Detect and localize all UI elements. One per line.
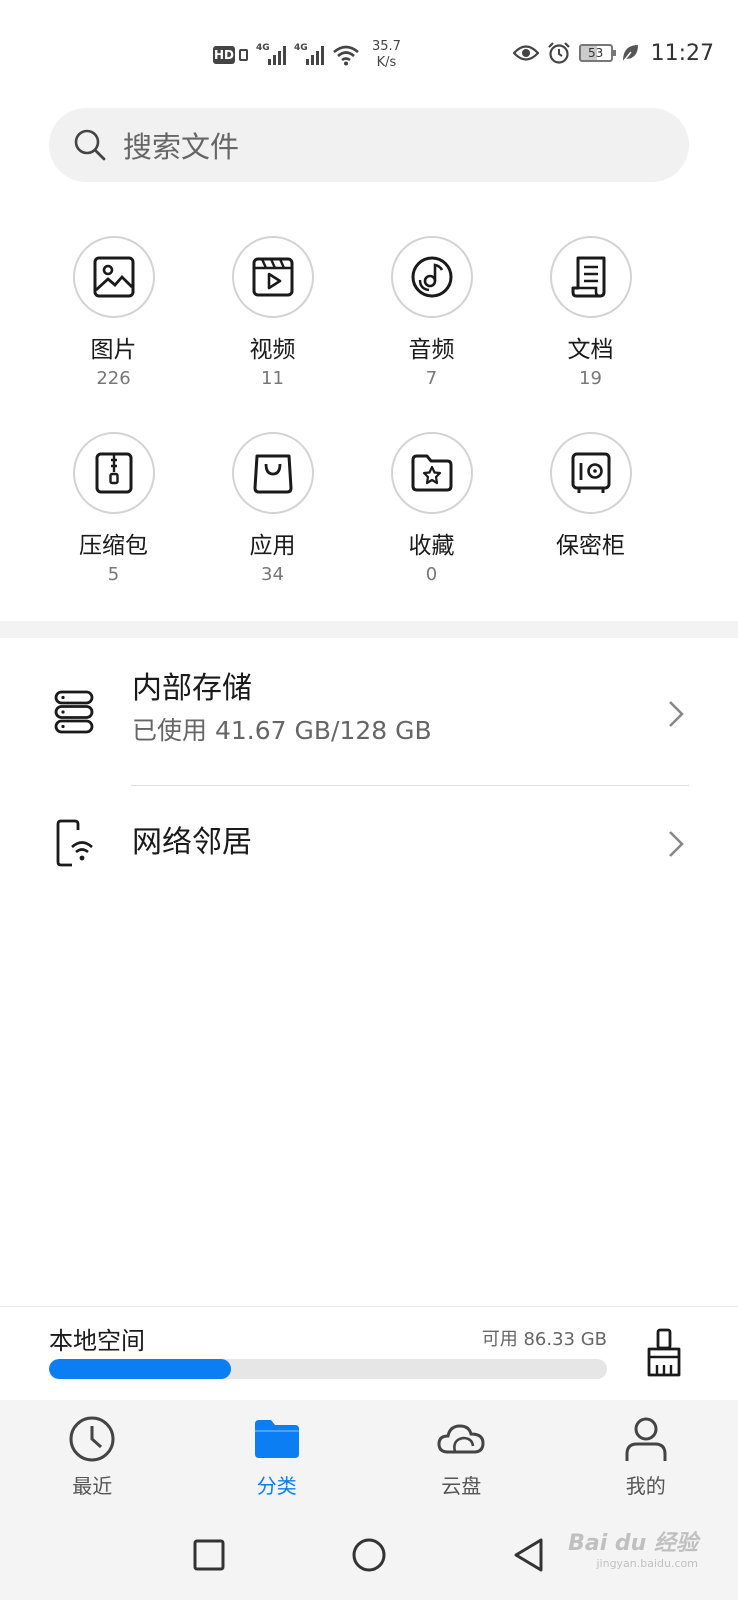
bottom-nav: 最近 分类 云盘 我的 [0, 1400, 738, 1510]
category-audio[interactable]: 音频 7 [352, 236, 511, 390]
favorites-folder-icon [411, 454, 452, 492]
category-count: 7 [425, 368, 438, 389]
status-bar: HD 4G 4G 35.7 K/s 53 11:27 [0, 0, 738, 100]
category-label: 压缩包 [79, 533, 148, 559]
search-icon [74, 129, 106, 161]
battery-icon: 53 [578, 44, 616, 62]
clock-icon [69, 1416, 115, 1462]
category-label: 保密柜 [556, 533, 625, 559]
speed-value: 35.7 [372, 39, 401, 54]
leaf-icon [622, 45, 638, 63]
speed-unit: K/s [376, 55, 397, 70]
local-space-title: 本地空间 [49, 1327, 145, 1355]
storage-icon [54, 690, 94, 734]
category-label: 文档 [567, 337, 614, 363]
person-icon [625, 1417, 667, 1461]
category-count: 19 [579, 368, 602, 389]
watermark-site: jingyan.baidu.com [596, 1557, 698, 1570]
category-archives[interactable]: 压缩包 5 [34, 432, 193, 586]
tab-categories[interactable]: 分类 [185, 1400, 370, 1510]
network-type-label-2: 4G [294, 43, 308, 53]
local-space-panel: 本地空间 可用 86.33 GB [0, 1306, 738, 1400]
category-label: 应用 [249, 533, 296, 559]
document-icon [571, 256, 605, 298]
cloud-icon [437, 1424, 485, 1454]
section-divider [0, 621, 738, 638]
tab-cloud[interactable]: 云盘 [369, 1400, 554, 1510]
app-bag-icon [253, 454, 292, 494]
watermark-brand: Bai du 经验 [568, 1531, 698, 1556]
category-count: 0 [425, 564, 438, 585]
alarm-icon [547, 42, 570, 64]
status-right: 53 11:27 [512, 36, 714, 70]
folder-icon [254, 1420, 299, 1458]
tab-label: 我的 [625, 1474, 666, 1498]
tab-recent[interactable]: 最近 [0, 1400, 185, 1510]
tab-mine[interactable]: 我的 [554, 1400, 738, 1510]
phone-wifi-icon [56, 819, 93, 867]
category-label: 音频 [408, 337, 455, 363]
category-count: 11 [261, 368, 284, 389]
status-left: HD 4G 4G 35.7 K/s [213, 38, 401, 72]
internal-storage-usage: 已使用 41.67 GB/128 GB [132, 716, 432, 745]
clock-time: 11:27 [650, 40, 714, 66]
category-videos[interactable]: 视频 11 [193, 236, 352, 390]
video-icon [252, 257, 293, 297]
category-label: 收藏 [408, 533, 455, 559]
chevron-right-icon [669, 701, 684, 727]
hd-voice-icon: HD [213, 46, 235, 64]
safe-icon [571, 452, 610, 493]
internal-storage-row[interactable]: 内部存储 已使用 41.67 GB/128 GB [0, 664, 738, 772]
network-type-label: 4G [256, 43, 270, 53]
category-apps[interactable]: 应用 34 [193, 432, 352, 586]
network-neighborhood-title: 网络邻居 [132, 825, 252, 860]
category-favorites[interactable]: 收藏 0 [352, 432, 511, 586]
baidu-watermark: Bai du 经验 jingyan.baidu.com [568, 1525, 698, 1570]
tab-label: 最近 [72, 1474, 113, 1498]
eye-icon [512, 45, 539, 61]
signal-icon: 4G [256, 43, 286, 65]
category-documents[interactable]: 文档 19 [511, 236, 670, 390]
category-count: 34 [261, 564, 284, 585]
storage-progress-bar [49, 1359, 607, 1379]
internal-storage-title: 内部存储 [132, 671, 252, 706]
tab-label: 云盘 [441, 1474, 482, 1498]
tab-label: 分类 [256, 1474, 297, 1498]
search-bar[interactable]: 搜索文件 [49, 108, 689, 182]
category-images[interactable]: 图片 226 [34, 236, 193, 390]
home-circle-icon[interactable] [351, 1537, 387, 1573]
list-divider [131, 785, 689, 786]
audio-icon [411, 256, 452, 298]
network-neighborhood-row[interactable]: 网络邻居 [0, 806, 738, 884]
category-count: 5 [107, 564, 120, 585]
category-count: 226 [96, 368, 131, 389]
archive-icon [95, 452, 132, 494]
back-triangle-icon[interactable] [511, 1537, 547, 1573]
local-space-free: 可用 86.33 GB [481, 1329, 607, 1350]
search-placeholder: 搜索文件 [123, 130, 240, 164]
image-icon [93, 256, 134, 298]
network-speed: 35.7 K/s [372, 39, 401, 71]
category-grid: 图片 226 视频 11 音频 7 文档 19 压缩包 5 应用 34 收藏 0… [34, 236, 674, 586]
category-label: 视频 [249, 337, 296, 363]
recents-square-icon[interactable] [191, 1537, 227, 1573]
chevron-right-icon [669, 831, 684, 857]
category-label: 图片 [90, 337, 137, 363]
category-safe[interactable]: 保密柜 [511, 432, 670, 586]
broom-icon[interactable] [642, 1327, 686, 1379]
lock-icon [239, 49, 248, 61]
wifi-icon [333, 45, 359, 66]
storage-progress-fill [49, 1359, 231, 1379]
signal-icon-2: 4G [294, 43, 324, 65]
